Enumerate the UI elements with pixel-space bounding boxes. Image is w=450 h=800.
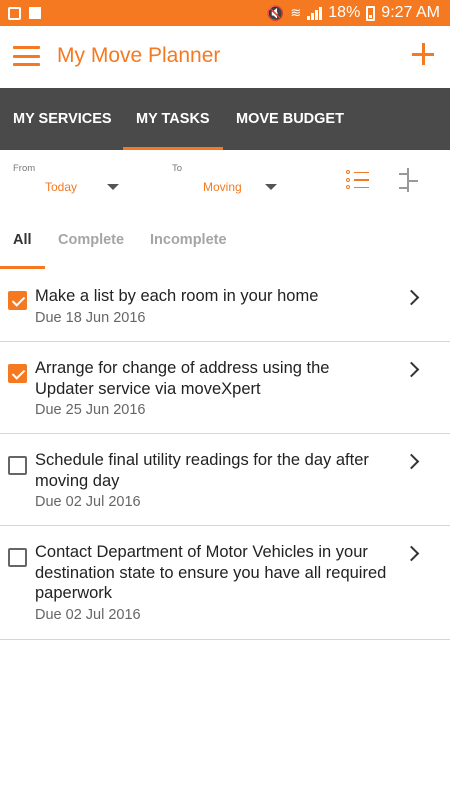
chevron-down-icon [107, 184, 119, 190]
battery-percent: 18% [328, 4, 361, 21]
tab-complete[interactable]: Complete [58, 232, 124, 248]
status-left [8, 6, 41, 20]
chevron-down-icon [265, 184, 277, 190]
chevron-right-icon[interactable] [403, 545, 420, 562]
tab-move-budget[interactable]: MOVE BUDGET [236, 88, 344, 150]
task-due-date: Due 18 Jun 2016 [35, 310, 146, 326]
mute-icon: 🔇 [266, 4, 285, 21]
from-dropdown[interactable]: Today [40, 176, 125, 198]
chevron-right-icon[interactable] [403, 361, 420, 378]
to-dropdown[interactable]: Moving [198, 176, 283, 198]
status-right: 🔇 ≋ 18% 9:27 AM [267, 4, 440, 22]
task-title: Contact Department of Motor Vehicles in … [35, 543, 387, 602]
chevron-right-icon[interactable] [403, 289, 420, 306]
task-due-date: Due 02 Jul 2016 [35, 494, 141, 510]
main-tab-bar: MY SERVICES MY TASKS MOVE BUDGET [0, 88, 450, 150]
to-value: Moving [203, 180, 242, 194]
list-view-icon[interactable] [346, 170, 370, 190]
chevron-right-icon[interactable] [403, 453, 420, 470]
wifi-icon: ≋ [290, 5, 302, 20]
signal-icon [307, 6, 323, 20]
tab-my-tasks[interactable]: MY TASKS [123, 88, 223, 150]
from-label: From [13, 163, 36, 174]
hamburger-menu-icon[interactable] [13, 46, 40, 66]
sort-icon[interactable] [397, 168, 421, 192]
task-checkbox[interactable] [8, 548, 27, 567]
task-title: Schedule final utility readings for the … [35, 451, 369, 490]
task-row[interactable]: Schedule final utility readings for the … [0, 434, 450, 526]
task-checkbox[interactable] [8, 291, 27, 310]
status-time: 9:27 AM [381, 4, 440, 21]
active-tab-indicator [0, 266, 45, 269]
status-filter-tabs: All Complete Incomplete [0, 212, 450, 270]
page-title: My Move Planner [57, 44, 221, 67]
task-due-date: Due 02 Jul 2016 [35, 607, 141, 623]
from-value: Today [45, 180, 78, 194]
tab-incomplete[interactable]: Incomplete [150, 232, 227, 248]
status-bar: 🔇 ≋ 18% 9:27 AM [0, 0, 450, 26]
task-checkbox[interactable] [8, 456, 27, 475]
tab-all[interactable]: All [13, 232, 32, 248]
gallery-icon [8, 6, 21, 20]
task-title: Make a list by each room in your home [35, 287, 319, 305]
plus-icon[interactable] [410, 41, 436, 67]
task-checkbox[interactable] [8, 364, 27, 383]
task-title: Arrange for change of address using the … [35, 359, 330, 398]
app-bar: My Move Planner [0, 26, 450, 88]
task-due-date: Due 25 Jun 2016 [35, 402, 146, 418]
to-label: To [172, 163, 183, 174]
tab-my-services[interactable]: MY SERVICES [13, 88, 112, 150]
task-row[interactable]: Arrange for change of address using the … [0, 342, 450, 434]
flipboard-icon [29, 7, 41, 19]
task-row[interactable]: Make a list by each room in your home Du… [0, 270, 450, 342]
task-row[interactable]: Contact Department of Motor Vehicles in … [0, 526, 450, 640]
battery-icon [366, 5, 376, 21]
